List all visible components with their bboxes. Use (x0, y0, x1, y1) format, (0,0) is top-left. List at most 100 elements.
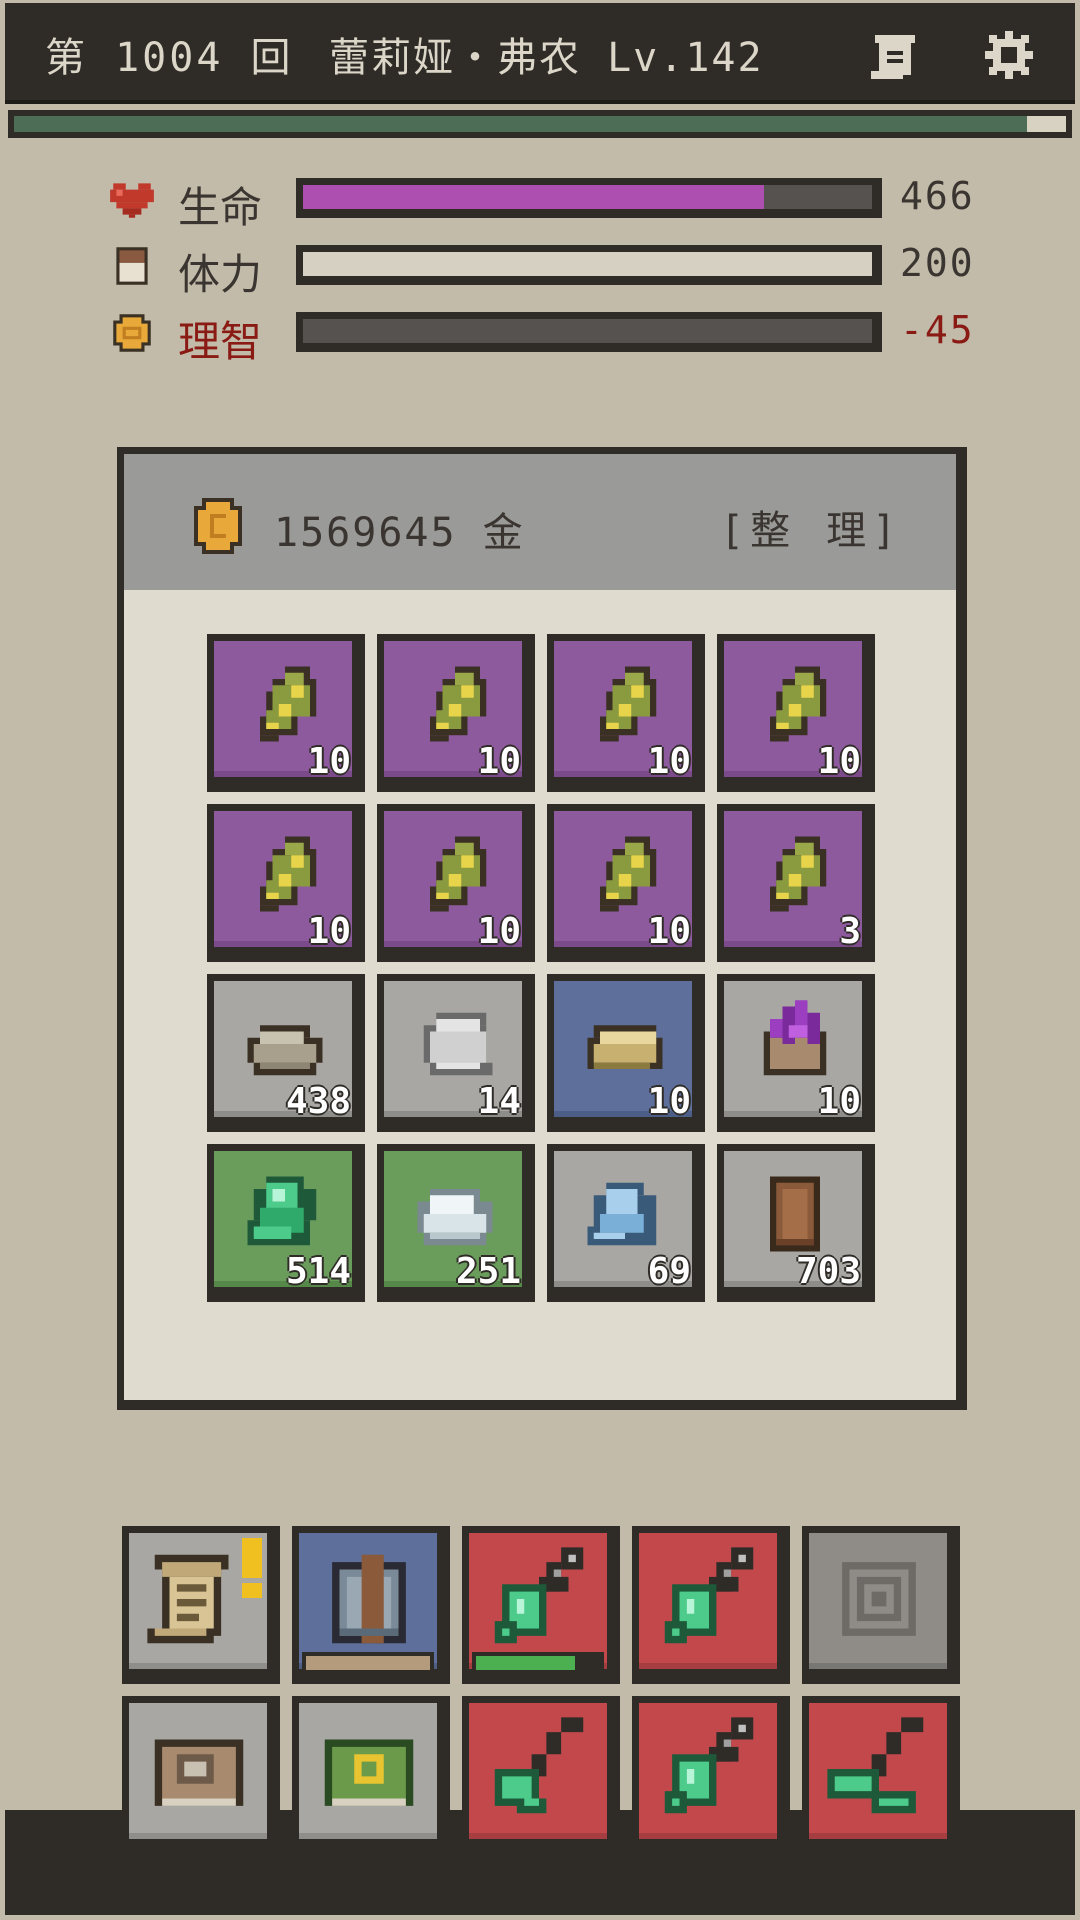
gold-ore-icon (587, 1025, 663, 1069)
stat-bar (296, 312, 882, 352)
item-count: 251 (455, 1251, 521, 1292)
cursed-tome-icon (763, 1000, 827, 1076)
item-count: 10 (307, 741, 351, 782)
inventory-slot[interactable]: 10 (547, 634, 705, 792)
stone-icon (247, 1025, 323, 1076)
emerald-axe-icon (494, 1717, 584, 1814)
item-count: 10 (647, 1081, 691, 1122)
alert-exclamation-icon (242, 1538, 262, 1598)
seed-icon (600, 666, 657, 742)
hotbar-slot[interactable] (632, 1696, 790, 1854)
stat-value: 466 (900, 174, 975, 218)
stat-label: 体力 (178, 250, 263, 299)
item-count: 10 (647, 741, 691, 782)
character-name-level: 蕾莉娅・弗农 Lv.142 (329, 35, 764, 81)
durability-fill (476, 1656, 576, 1670)
stat-row-hp: 生命 466 (100, 172, 980, 232)
item-count: 10 (817, 1081, 861, 1122)
inventory-slot[interactable]: 10 (547, 974, 705, 1132)
gold-amount: 1569645 金 (274, 510, 525, 556)
hotbar-slot[interactable] (122, 1696, 280, 1854)
inventory-slot[interactable]: 251 (377, 1144, 535, 1302)
experience-fill (14, 116, 1028, 132)
inventory-slot[interactable]: 10 (377, 804, 535, 962)
item-count: 14 (477, 1081, 521, 1122)
seed-icon (430, 666, 487, 742)
stat-label: 理智 (178, 317, 263, 366)
stat-bar (296, 178, 882, 218)
inventory-slot[interactable]: 69 (547, 1144, 705, 1302)
inventory-slot[interactable]: 438 (207, 974, 365, 1132)
stat-row-stamina: 体力 200 (100, 239, 980, 299)
inventory-slot[interactable]: 10 (717, 634, 875, 792)
seed-icon (770, 666, 827, 742)
turn-counter: 第 1004 回 (45, 35, 294, 81)
hotbar-slot[interactable] (802, 1526, 960, 1684)
stat-row-sanity: 理智 -45 (100, 306, 980, 366)
backpack-icon (332, 1554, 406, 1644)
item-count: 10 (817, 741, 861, 782)
item-count: 703 (795, 1251, 861, 1292)
seed-icon (770, 836, 827, 912)
item-count: 69 (647, 1251, 691, 1292)
inventory-panel: 1569645 金 [整 理] 10 10 10 10 10 10 10 3 438 14 10 10… (117, 447, 967, 1410)
top-bar: 第 1004 回 蕾莉娅・弗农 Lv.142 (5, 3, 1075, 104)
stat-value: -45 (900, 308, 975, 352)
hotbar-slot[interactable] (292, 1526, 450, 1684)
iron-plate-icon (423, 1012, 493, 1076)
item-count: 10 (477, 741, 521, 782)
settings-gear-icon[interactable] (981, 27, 1037, 83)
hotbar-slot[interactable] (462, 1526, 620, 1684)
inventory-slot[interactable]: 10 (207, 634, 365, 792)
inventory-slot[interactable]: 514 (207, 1144, 365, 1302)
emerald-sword-icon (494, 1547, 584, 1644)
item-count: 10 (307, 911, 351, 952)
experience-bar (8, 110, 1072, 138)
inventory-slot[interactable]: 10 (547, 804, 705, 962)
inventory-slot[interactable]: 10 (207, 804, 365, 962)
stat-bar-fill (303, 185, 764, 209)
seed-icon (430, 836, 487, 912)
inventory-slot[interactable]: 703 (717, 1144, 875, 1302)
hotbar-slot[interactable] (462, 1696, 620, 1854)
inventory-slot[interactable]: 10 (717, 974, 875, 1132)
durability-fill (306, 1656, 430, 1670)
item-count: 438 (285, 1081, 351, 1122)
hotbar-slot[interactable] (802, 1696, 960, 1854)
locked-slot-icon (842, 1562, 916, 1636)
inventory-header: 1569645 金 [整 理] (124, 454, 956, 590)
heart-icon (110, 183, 154, 218)
inventory-slot[interactable]: 10 (377, 634, 535, 792)
inventory-slot[interactable]: 3 (717, 804, 875, 962)
seed-icon (260, 836, 317, 912)
quest-scroll-icon (147, 1554, 229, 1644)
hotbar-slot[interactable] (292, 1696, 450, 1854)
sort-button[interactable]: [整 理] (720, 498, 902, 556)
hotbar-slot[interactable] (122, 1526, 280, 1684)
seed-icon (600, 836, 657, 912)
stamina-icon (116, 247, 148, 285)
emerald-sword-icon (664, 1547, 754, 1644)
item-count: 3 (839, 911, 861, 952)
gold-coin-icon (194, 498, 242, 554)
brain-icon (113, 314, 151, 352)
item-count: 10 (647, 911, 691, 952)
book-icon (154, 1739, 244, 1806)
stat-bar-fill (303, 252, 872, 276)
stat-label: 生命 (178, 183, 263, 232)
item-count: 10 (477, 911, 521, 952)
stat-bar (296, 245, 882, 285)
stat-value: 200 (900, 241, 975, 285)
hotbar-slot[interactable] (632, 1526, 790, 1684)
crystal-ore-icon (587, 1182, 657, 1246)
silver-ore-icon (417, 1189, 493, 1246)
inventory-slot[interactable]: 14 (377, 974, 535, 1132)
item-count: 514 (285, 1251, 351, 1292)
durability-bar (302, 1652, 434, 1674)
green-book-icon (324, 1739, 414, 1806)
durability-bar (472, 1652, 604, 1674)
wood-log-icon (770, 1176, 820, 1252)
seed-icon (260, 666, 317, 742)
scroll-log-icon[interactable] (867, 27, 923, 83)
emerald-sword-icon (664, 1717, 754, 1814)
